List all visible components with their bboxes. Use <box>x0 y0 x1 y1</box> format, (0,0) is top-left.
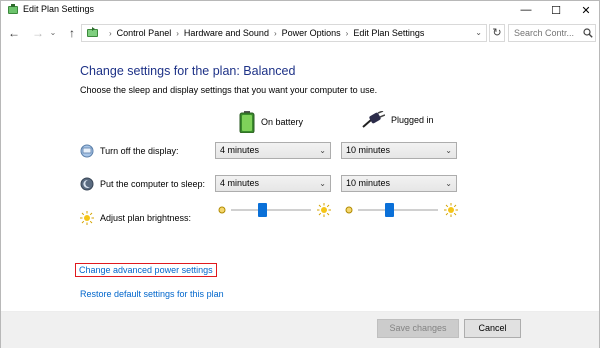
brightness-high-icon <box>317 203 331 217</box>
slider-thumb[interactable] <box>258 203 267 217</box>
sleep-setting-label: Put the computer to sleep: <box>80 177 205 191</box>
refresh-button[interactable]: ↻ <box>489 24 505 42</box>
sleep-battery-value: 4 minutes <box>220 178 260 188</box>
breadcrumb-power-options[interactable]: Power Options <box>282 28 341 38</box>
display-battery-value: 4 minutes <box>220 145 260 155</box>
brightness-low-icon <box>345 206 353 214</box>
back-button[interactable]: ← <box>7 25 21 41</box>
display-plugged-select[interactable]: 10 minutes ⌄ <box>341 142 457 159</box>
brightness-label-text: Adjust plan brightness: <box>100 213 192 223</box>
sleep-plugged-select[interactable]: 10 minutes ⌄ <box>341 175 457 192</box>
slider-thumb[interactable] <box>385 203 394 217</box>
chevron-down-icon: ⌄ <box>445 146 452 155</box>
minimize-button[interactable]: — <box>511 1 541 19</box>
up-button[interactable]: ↑ <box>65 25 79 41</box>
close-button[interactable]: ✕ <box>571 1 600 19</box>
address-dropdown-icon[interactable]: ⌄ <box>475 28 482 37</box>
brightness-plugged-slider[interactable] <box>358 203 438 217</box>
column-plugged-in: Plugged in <box>361 111 434 129</box>
edit-plan-window: Edit Plan Settings — ☐ ✕ ← → ⌄ ↑ › Contr… <box>0 0 600 348</box>
column-label-battery: On battery <box>261 117 304 127</box>
column-label-plugged: Plugged in <box>391 115 434 125</box>
breadcrumb-separator: › <box>176 28 179 38</box>
maximize-button[interactable]: ☐ <box>541 1 571 19</box>
display-plugged-value: 10 minutes <box>346 145 391 155</box>
breadcrumb-separator: › <box>345 28 349 38</box>
title-bar: Edit Plan Settings — ☐ ✕ <box>1 1 599 19</box>
breadcrumb-hardware-and-sound[interactable]: Hardware and Sound <box>184 28 269 38</box>
chevron-down-icon: ⌄ <box>319 179 326 188</box>
sleep-battery-select[interactable]: 4 minutes ⌄ <box>215 175 331 192</box>
column-on-battery: On battery <box>239 111 303 133</box>
brightness-icon <box>80 211 94 225</box>
restore-defaults-link[interactable]: Restore default settings for this plan <box>80 289 224 299</box>
control-panel-icon <box>87 27 98 37</box>
save-changes-button[interactable]: Save changes <box>377 319 459 338</box>
breadcrumb-control-panel[interactable]: Control Panel <box>117 28 172 38</box>
slider-track <box>231 209 311 211</box>
power-plan-icon <box>8 4 18 14</box>
breadcrumb-separator: › <box>109 28 112 38</box>
navigation-bar: ← → ⌄ ↑ › Control Panel › Hardware and S… <box>1 21 599 45</box>
breadcrumb-separator: › <box>273 28 277 38</box>
plug-icon <box>362 111 385 128</box>
change-advanced-power-settings-link[interactable]: Change advanced power settings <box>75 263 217 277</box>
window-title: Edit Plan Settings <box>23 4 95 14</box>
brightness-high-icon <box>444 203 458 217</box>
chevron-down-icon: ⌄ <box>445 179 452 188</box>
sleep-icon <box>80 177 94 191</box>
sleep-label-text: Put the computer to sleep: <box>100 179 206 189</box>
forward-button[interactable]: → <box>31 25 45 41</box>
sleep-plugged-value: 10 minutes <box>346 178 391 188</box>
display-setting-label: Turn off the display: <box>80 144 179 158</box>
brightness-setting-label: Adjust plan brightness: <box>80 211 191 225</box>
battery-icon <box>239 111 255 133</box>
display-battery-select[interactable]: 4 minutes ⌄ <box>215 142 331 159</box>
brightness-low-icon <box>218 206 226 214</box>
page-subtitle: Choose the sleep and display settings th… <box>80 85 378 95</box>
display-icon <box>80 144 94 158</box>
address-bar[interactable]: › Control Panel › Hardware and Sound › P… <box>81 24 487 42</box>
slider-track <box>358 209 438 211</box>
page-title: Change settings for the plan: Balanced <box>80 64 296 78</box>
search-icon <box>583 28 593 38</box>
chevron-down-icon: ⌄ <box>319 146 326 155</box>
breadcrumb-edit-plan-settings[interactable]: Edit Plan Settings <box>353 28 424 38</box>
display-label-text: Turn off the display: <box>100 146 179 156</box>
cancel-button[interactable]: Cancel <box>464 319 521 338</box>
brightness-battery-slider[interactable] <box>231 203 311 217</box>
recent-locations-button[interactable]: ⌄ <box>49 25 57 41</box>
